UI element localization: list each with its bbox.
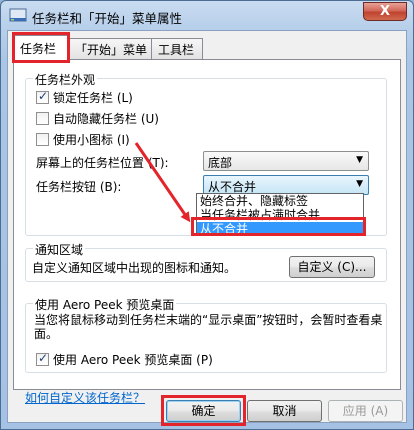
aero-peek-group: 使用 Aero Peek 预览桌面 当您将鼠标移动到任务栏末端的“显示桌面”按钮… (25, 296, 387, 373)
title-bar[interactable]: 任务栏和「开始」菜单属性 X (1, 1, 413, 31)
checkbox-label: 锁定任务栏 (L) (53, 91, 133, 105)
customize-button[interactable]: 自定义 (C)... (289, 256, 375, 278)
dropdown-option[interactable]: 始终合并、隐藏标签 (197, 194, 363, 208)
dropdown-option-selected[interactable]: 从不合并 (197, 222, 363, 234)
taskbar-buttons-dropdown[interactable]: 始终合并、隐藏标签 当任务栏被占满时合并 从不合并 (196, 193, 364, 235)
tab-start-menu[interactable]: 「开始」菜单 (68, 38, 152, 59)
aero-peek-checkbox[interactable]: 使用 Aero Peek 预览桌面 (P) (36, 351, 213, 367)
aero-peek-group-title: 使用 Aero Peek 预览桌面 (33, 296, 177, 313)
small-icons-checkbox[interactable]: 使用小图标 (I) (36, 131, 130, 147)
notification-group-title: 通知区域 (33, 241, 86, 258)
window-title: 任务栏和「开始」菜单属性 (32, 11, 183, 26)
taskbar-buttons-select[interactable]: 从不合并 ▼ (203, 175, 369, 195)
checkbox-label: 自动隐藏任务栏 (U) (53, 112, 159, 126)
position-select[interactable]: 底部 ▼ (203, 151, 369, 171)
checkbox-box[interactable] (36, 133, 49, 146)
chevron-down-icon: ▼ (356, 155, 363, 165)
tab-toolbars[interactable]: 工具栏 (151, 38, 203, 59)
taskbar-buttons-value: 从不合并 (208, 180, 257, 194)
cancel-button[interactable]: 取消 (247, 400, 322, 422)
checkbox-label: 使用小图标 (I) (53, 133, 130, 147)
tab-taskbar[interactable]: 任务栏 (13, 35, 69, 61)
checkbox-box[interactable] (36, 89, 49, 104)
help-link[interactable]: 如何自定义该任务栏？ (25, 389, 145, 406)
close-button[interactable]: X (363, 2, 407, 21)
lock-taskbar-checkbox[interactable]: 锁定任务栏 (L) (36, 89, 133, 105)
position-value: 底部 (208, 156, 233, 170)
ok-button[interactable]: 确定 (166, 400, 241, 422)
notification-group: 通知区域 自定义通知区域中出现的图标和通知。 自定义 (C)... (25, 241, 387, 282)
close-icon: X (379, 4, 391, 19)
buttons-label: 任务栏按钮 (B): (36, 180, 122, 194)
appearance-group-title: 任务栏外观 (33, 71, 98, 88)
checkbox-box[interactable] (36, 351, 49, 366)
apply-button[interactable]: 应用 (A) (328, 400, 403, 422)
auto-hide-checkbox[interactable]: 自动隐藏任务栏 (U) (36, 110, 159, 126)
checkbox-label: 使用 Aero Peek 预览桌面 (P) (53, 353, 213, 367)
checkbox-box[interactable] (36, 112, 49, 125)
taskbar-properties-icon (9, 8, 27, 22)
position-label: 屏幕上的任务栏位置 (T): (36, 156, 169, 170)
dialog-client-area: 任务栏 「开始」菜单 工具栏 任务栏外观 锁定任务栏 (L) 自动隐藏任务栏 (… (7, 30, 407, 426)
chevron-down-icon: ▼ (356, 179, 363, 189)
notification-description: 自定义通知区域中出现的图标和通知。 (32, 261, 237, 275)
dropdown-option[interactable]: 当任务栏被占满时合并 (197, 208, 363, 222)
dialog-window: 任务栏和「开始」菜单属性 X 任务栏 「开始」菜单 工具栏 任务栏外观 锁定任务… (0, 0, 414, 430)
aero-peek-description: 当您将鼠标移动到任务栏末端的“显示桌面”按钮时，会暂时查看桌面。 (34, 313, 383, 341)
